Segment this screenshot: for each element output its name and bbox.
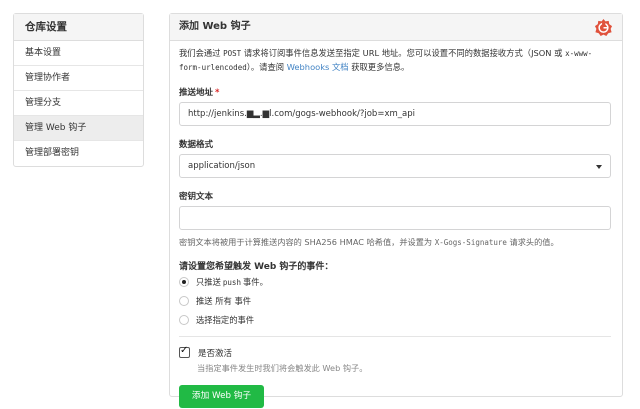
divider <box>179 336 611 337</box>
active-checkbox-row[interactable]: ✓ 是否激活 <box>179 345 613 359</box>
desc-text: 获取更多信息。 <box>348 61 410 72</box>
sidebar-item-basic-settings[interactable]: 基本设置 <box>14 41 143 66</box>
add-webhook-panel: 添加 Web 钩子 我们会通过 POST 请求将订阅事件信息发送至指定 URL … <box>169 13 623 408</box>
event-label: 事件。 <box>242 277 268 287</box>
payload-url-label-text: 推送地址 <box>179 88 214 98</box>
payload-url-label: 推送地址 * <box>179 86 613 98</box>
event-option-all[interactable]: 推送 所有 事件 <box>179 293 613 309</box>
content-type-select[interactable]: application/json <box>179 154 611 178</box>
radio-icon[interactable] <box>179 296 189 306</box>
checkmark-icon: ✓ <box>180 345 189 356</box>
desc-method: POST <box>223 49 242 58</box>
panel-title: 添加 Web 钩子 <box>179 21 251 32</box>
desc-text: 我们会通过 <box>179 48 224 58</box>
active-help: 当指定事件发生时我们将会触发此 Web 钩子。 <box>197 363 368 373</box>
add-webhook-button[interactable]: 添加 Web 钩子 <box>179 385 264 408</box>
event-option-push-only[interactable]: 只推送 push 事件。 <box>179 274 613 290</box>
settings-sidebar: 仓库设置 基本设置 管理协作者 管理分支 管理 Web 钩子 管理部署密钥 <box>13 13 144 167</box>
sidebar-item-deploy-keys[interactable]: 管理部署密钥 <box>14 141 143 166</box>
caret-down-icon <box>596 165 602 169</box>
event-label: 推送 所有 事件 <box>196 296 252 306</box>
secret-help-header: X-Gogs-Signature <box>434 238 507 247</box>
payload-url-input[interactable]: http://jenkins.▆▂.▆l.com/gogs-webhook/?j… <box>179 102 611 126</box>
event-label: 只推送 <box>196 277 221 287</box>
active-checkbox[interactable]: ✓ <box>179 345 190 358</box>
sidebar-item-webhooks[interactable]: 管理 Web 钩子 <box>14 116 143 141</box>
event-code: push <box>222 277 241 287</box>
event-option-choose[interactable]: 选择指定的事件 <box>179 312 613 328</box>
active-label: 是否激活 <box>198 348 233 359</box>
payload-url-value: http://jenkins.▆▂.▆l.com/gogs-webhook/?j… <box>188 109 415 119</box>
desc-text: ）。请查阅 <box>246 61 287 72</box>
sidebar-item-branches[interactable]: 管理分支 <box>14 91 143 116</box>
radio-icon[interactable] <box>179 315 189 325</box>
gogs-logo-icon <box>594 18 613 37</box>
webhook-description: 我们会通过 POST 请求将订阅事件信息发送至指定 URL 地址。您可以设置不同… <box>179 47 611 74</box>
secret-input[interactable] <box>179 206 611 230</box>
desc-text: 请求将订阅事件信息发送至指定 URL 地址。您可以设置不同的数据接收方式（JSO… <box>241 48 566 58</box>
event-label: 选择指定的事件 <box>196 315 255 325</box>
secret-label: 密钥文本 <box>179 192 214 202</box>
content-type-value: application/json <box>188 161 256 171</box>
secret-help: 密钥文本将被用于计算推送内容的 SHA256 HMAC 哈希值，并设置为 X-G… <box>179 236 613 248</box>
required-marker: * <box>215 88 220 98</box>
sidebar-item-collaborators[interactable]: 管理协作者 <box>14 66 143 91</box>
events-title: 请设置您希望触发 Web 钩子的事件： <box>179 262 334 272</box>
sidebar-title: 仓库设置 <box>14 14 143 41</box>
panel-header: 添加 Web 钩子 <box>170 14 622 41</box>
webhooks-docs-link[interactable]: Webhooks 文档 <box>287 62 349 72</box>
secret-help-text: 密钥文本将被用于计算推送内容的 SHA256 HMAC 哈希值，并设置为 <box>179 237 435 247</box>
secret-help-text: 请求头的值。 <box>506 237 559 247</box>
radio-checked-icon[interactable] <box>179 277 189 287</box>
content-type-label: 数据格式 <box>179 140 214 150</box>
